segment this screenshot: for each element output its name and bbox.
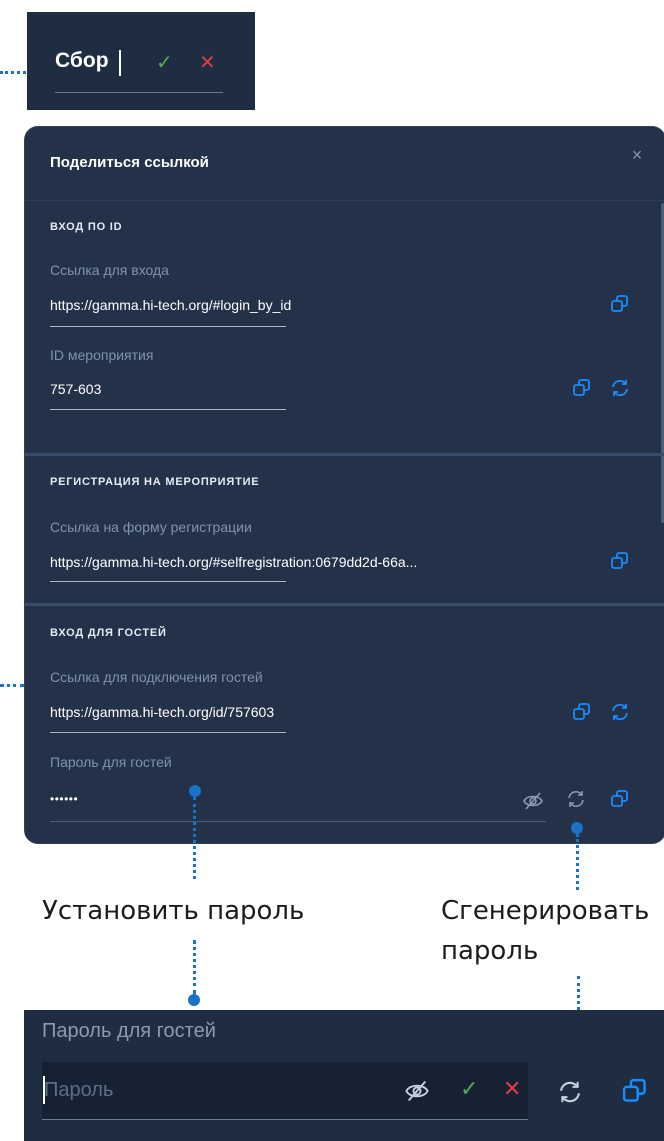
eye-off-icon[interactable] bbox=[522, 790, 544, 812]
copy-icon[interactable] bbox=[571, 377, 593, 399]
section-title: ВХОД ПО ID bbox=[50, 221, 123, 233]
cancel-close-icon[interactable]: ✕ bbox=[199, 50, 216, 75]
password-editor-label: Пароль для гостей bbox=[42, 1020, 216, 1042]
callout-dot-set-password-lower bbox=[188, 994, 200, 1006]
callout-line-generate-password bbox=[576, 834, 579, 890]
guest-password-editor: Пароль для гостей Пароль ✓ ✕ bbox=[24, 1010, 664, 1141]
event-title-editor[interactable]: Сбор ✓ ✕ bbox=[27, 12, 255, 110]
dialog-header: Поделиться ссылкой × bbox=[25, 127, 664, 201]
confirm-check-icon[interactable]: ✓ bbox=[460, 1076, 478, 1102]
section-guest-login: ВХОД ДЛЯ ГОСТЕЙ Ссылка для подключения г… bbox=[25, 606, 664, 843]
callout-line-set-password-lower bbox=[193, 940, 196, 994]
event-title-value[interactable]: Сбор bbox=[55, 49, 109, 73]
password-input[interactable]: Пароль ✓ ✕ bbox=[42, 1062, 528, 1120]
share-link-dialog: Поделиться ссылкой × ВХОД ПО ID Ссылка д… bbox=[24, 126, 664, 844]
field-underline bbox=[50, 821, 546, 822]
field-underline bbox=[50, 409, 286, 410]
callout-dot-set-password bbox=[189, 785, 201, 797]
refresh-icon[interactable] bbox=[609, 377, 631, 399]
guest-link-label: Ссылка для подключения гостей bbox=[50, 669, 263, 685]
field-underline bbox=[50, 732, 286, 733]
confirm-check-icon[interactable]: ✓ bbox=[156, 50, 173, 75]
callout-line-guest-section bbox=[0, 684, 24, 687]
copy-icon[interactable] bbox=[571, 701, 593, 723]
dialog-title: Поделиться ссылкой bbox=[50, 154, 209, 171]
section-registration: РЕГИСТРАЦИЯ НА МЕРОПРИЯТИЕ Ссылка на фор… bbox=[25, 456, 664, 602]
refresh-icon[interactable] bbox=[556, 1078, 584, 1106]
copy-icon[interactable] bbox=[609, 293, 631, 315]
field-underline bbox=[50, 581, 286, 582]
copy-icon[interactable] bbox=[609, 788, 631, 810]
event-id-value[interactable]: 757-603 bbox=[50, 381, 101, 397]
text-caret bbox=[119, 50, 121, 76]
callout-dot-generate-password bbox=[571, 822, 583, 834]
copy-icon[interactable] bbox=[609, 550, 631, 572]
callout-line-title-editor bbox=[0, 71, 26, 74]
callout-line-set-password bbox=[193, 797, 196, 879]
login-link-label: Ссылка для входа bbox=[50, 262, 169, 278]
event-id-label: ID мероприятия bbox=[50, 347, 154, 363]
field-underline bbox=[50, 326, 286, 327]
section-title: РЕГИСТРАЦИЯ НА МЕРОПРИЯТИЕ bbox=[50, 476, 260, 488]
guest-password-label: Пароль для гостей bbox=[50, 754, 172, 770]
section-login-by-id: ВХОД ПО ID Ссылка для входа https://gamm… bbox=[25, 201, 664, 453]
section-title: ВХОД ДЛЯ ГОСТЕЙ bbox=[50, 627, 167, 639]
registration-link-value[interactable]: https://gamma.hi-tech.org/#selfregistrat… bbox=[50, 554, 417, 570]
caption-set-password: Установить пароль bbox=[42, 896, 305, 926]
registration-link-label: Ссылка на форму регистрации bbox=[50, 519, 252, 535]
refresh-icon[interactable] bbox=[565, 788, 587, 810]
caption-generate-password-line2: пароль bbox=[441, 936, 539, 966]
close-icon[interactable]: × bbox=[627, 145, 647, 165]
refresh-icon[interactable] bbox=[609, 701, 631, 723]
cancel-close-icon[interactable]: ✕ bbox=[503, 1076, 521, 1102]
copy-icon[interactable] bbox=[620, 1076, 650, 1106]
guest-link-value[interactable]: https://gamma.hi-tech.org/id/757603 bbox=[50, 704, 274, 720]
eye-off-icon[interactable] bbox=[404, 1078, 430, 1104]
password-placeholder: Пароль bbox=[44, 1079, 114, 1101]
input-underline bbox=[55, 92, 223, 93]
guest-password-value[interactable]: •••••• bbox=[50, 792, 78, 806]
login-link-value[interactable]: https://gamma.hi-tech.org/#login_by_id bbox=[50, 297, 291, 313]
caption-generate-password-line1: Сгенерировать bbox=[441, 896, 650, 926]
